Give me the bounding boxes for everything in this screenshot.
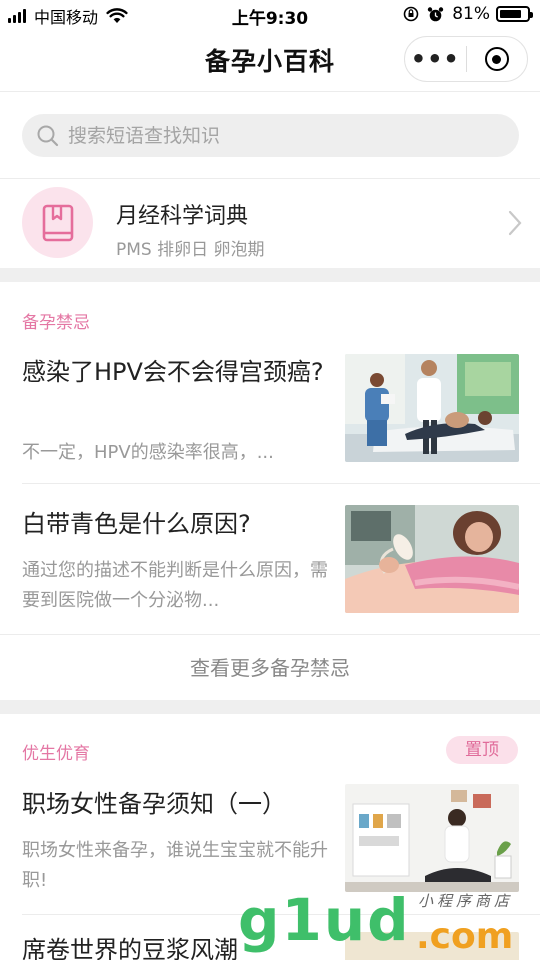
search-icon [37,125,59,146]
divider [0,178,540,179]
article-title: 白带青色是什么原因? [22,510,251,538]
article-summary: 不一定，HPV的感染率很高，... [22,442,274,463]
article-title: 感染了HPV会不会得宫颈癌? [22,358,324,386]
article-card[interactable]: 职场女性备孕须知（一） 职场女性来备孕，谁说生宝宝就不能升职! [0,784,540,914]
dictionary-badge [22,187,93,258]
close-miniprogram-button[interactable] [466,47,527,71]
search-input[interactable] [68,124,468,147]
article-title: 席卷世界的豆浆风潮 [22,936,238,960]
dictionary-entry[interactable]: 月经科学词典 PMS 排卵日 卵泡期 [0,180,540,268]
article-card[interactable]: 白带青色是什么原因? 通过您的描述不能判断是什么原因，需要到医院做一个分泌物..… [0,500,540,634]
article-thumbnail [345,505,519,613]
article-thumbnail [345,784,519,892]
article-summary: 职场女性来备孕，谁说生宝宝就不能升职! [22,840,328,891]
orientation-lock-icon [403,6,419,22]
ultrasound-image [345,505,519,613]
battery-icon [496,6,533,22]
status-bar: 中国移动 上午9:30 81% [0,0,540,30]
divider [0,634,540,635]
battery-fill [500,10,522,18]
article-title: 职场女性备孕须知（一） [22,790,286,818]
section-title-eugenics: 优生优育 [22,744,90,764]
section-gap [0,700,540,714]
doctor-exam-image [345,354,519,462]
more-menu-button[interactable]: ••• [405,39,466,79]
pinned-badge: 置顶 [446,736,518,764]
battery-percent: 81% [452,4,490,24]
article-thumbnail [345,354,519,462]
target-icon [484,47,509,71]
office-yoga-image [345,784,519,892]
status-right: 81% [403,4,533,24]
nav-bar: 备孕小百科 ••• [0,30,540,92]
view-more-taboo-link[interactable]: 查看更多备孕禁忌 [0,636,540,700]
article-card[interactable]: 感染了HPV会不会得宫颈癌? 不一定，HPV的感染率很高，... [0,350,540,482]
article-thumbnail [345,932,519,960]
miniprogram-capsule: ••• [404,36,528,82]
dictionary-tags: PMS 排卵日 卵泡期 [116,240,265,260]
dictionary-title: 月经科学词典 [116,204,249,229]
search-bar[interactable] [22,114,519,157]
alarm-icon [428,6,444,21]
divider [22,914,540,915]
chevron-right-icon [508,210,522,236]
book-icon [42,204,73,241]
article-card[interactable]: 席卷世界的豆浆风潮 [0,926,540,960]
article-summary: 通过您的描述不能判断是什么原因，需要到医院做一个分泌物... [22,560,328,611]
section-gap [0,268,540,282]
section-title-taboo: 备孕禁忌 [22,313,90,333]
divider [22,483,540,484]
app-page: 中国移动 上午9:30 81% 备孕小百科 ••• 搜索短语查找知识 月经科学词… [0,0,540,960]
